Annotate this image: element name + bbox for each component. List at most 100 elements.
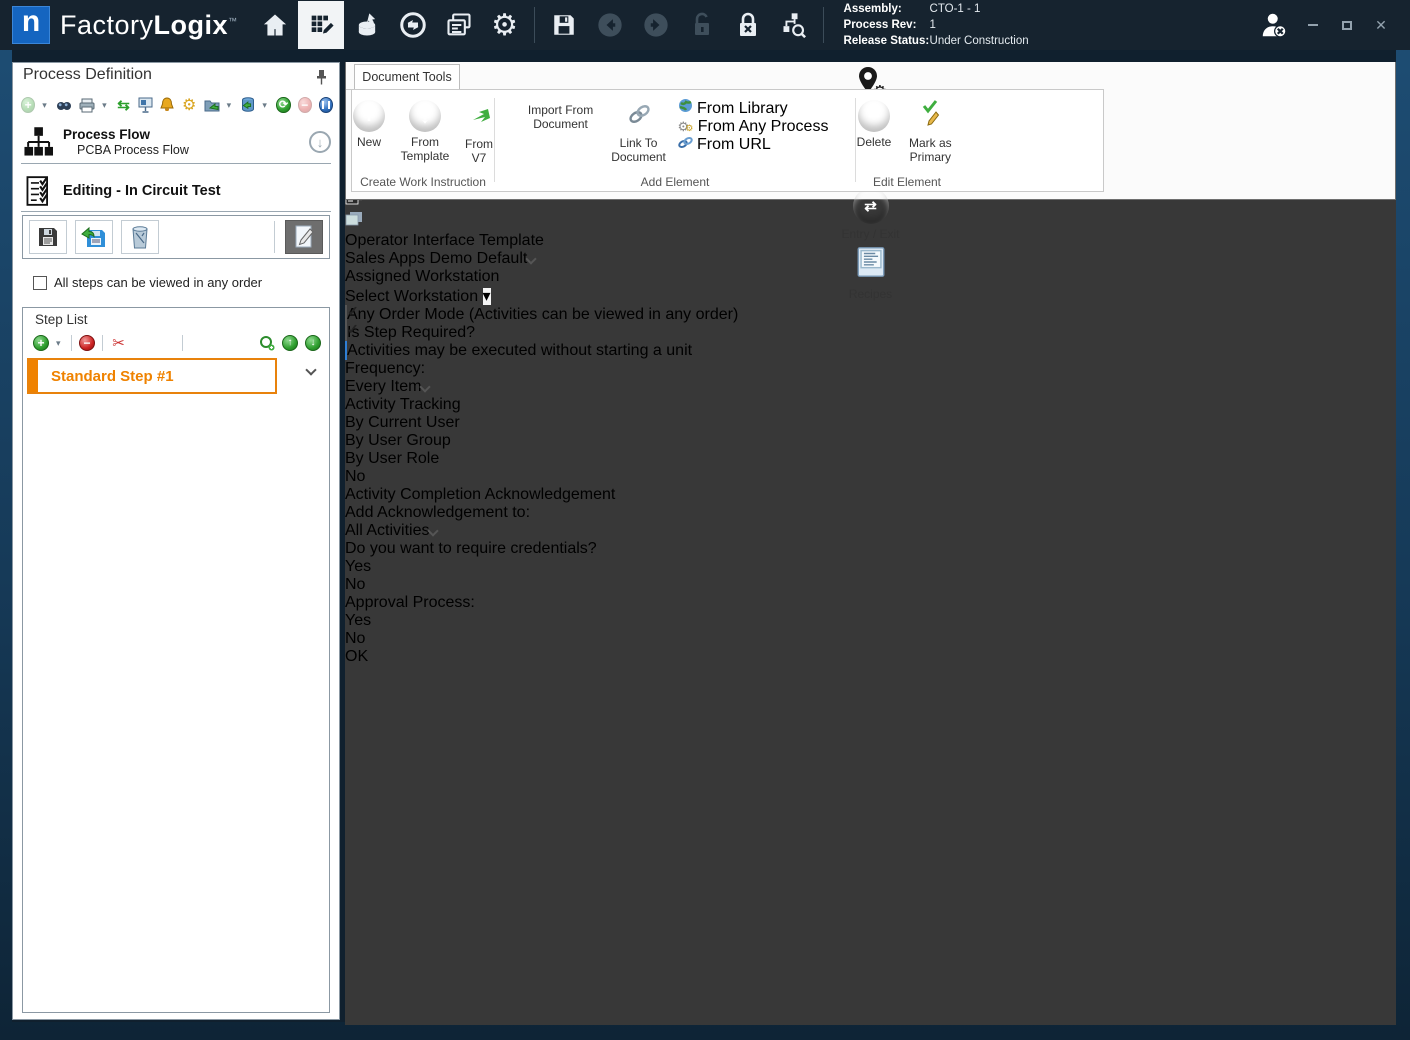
paste-icon[interactable] xyxy=(158,335,175,352)
link-document-icon xyxy=(628,100,650,133)
database-export-icon[interactable] xyxy=(241,97,256,114)
any-order-mode-row[interactable]: Any Order Mode (Activities can be viewed… xyxy=(345,305,1396,324)
remove-step-icon[interactable]: − xyxy=(79,335,95,351)
divider xyxy=(21,211,331,212)
zoom-step-icon[interactable] xyxy=(258,335,275,352)
any-order-checkbox-row[interactable]: All steps can be viewed in any order xyxy=(33,275,262,290)
divider xyxy=(21,163,331,164)
activity-tracking-label: Activity Tracking xyxy=(345,396,461,413)
step-expand-icon[interactable] xyxy=(305,364,317,376)
add-step-icon[interactable]: + xyxy=(33,335,49,351)
back-icon[interactable] xyxy=(587,1,633,49)
group-label: Add Element xyxy=(640,175,710,189)
unlock-icon[interactable] xyxy=(679,1,725,49)
assembly-info: Assembly: CTO-1 - 1 Process Rev: 1 Release… xyxy=(843,3,1029,47)
without-unit-row[interactable]: Activities may be executed without start… xyxy=(345,341,1396,360)
delete-step-button[interactable] xyxy=(121,220,159,254)
pin-icon[interactable] xyxy=(315,69,329,85)
forward-icon[interactable] xyxy=(633,1,679,49)
from-any-process-button[interactable]: ⚙⚙ From Any Process xyxy=(678,118,829,136)
ack-label: Add Acknowledgement to: xyxy=(345,504,531,521)
gear-gold-icon[interactable]: ⚙ xyxy=(182,97,197,114)
step-list-title: Step List xyxy=(35,312,88,327)
is-step-required-checkbox[interactable] xyxy=(345,323,347,342)
tracking-no[interactable]: No xyxy=(345,468,1396,486)
add-step-dropdown-icon[interactable]: ▾ xyxy=(56,338,64,349)
save-icon[interactable] xyxy=(541,1,587,49)
process-flow-icon xyxy=(24,127,53,156)
dropdown-chevron-icon[interactable] xyxy=(419,378,432,395)
move-up-icon[interactable]: ↑ xyxy=(282,334,298,351)
any-order-checkbox[interactable] xyxy=(33,275,47,290)
from-url-button[interactable]: From URL xyxy=(677,136,829,154)
ack-select[interactable]: All Activities xyxy=(345,522,939,540)
brand-name: FactoryLogix™ xyxy=(60,9,238,40)
user-logout-icon[interactable] xyxy=(1254,1,1294,49)
check-document-icon xyxy=(919,100,941,133)
home-icon[interactable] xyxy=(252,1,298,49)
print-dropdown-icon[interactable]: ▾ xyxy=(102,100,109,111)
tracking-by-user-role[interactable]: By User Role xyxy=(345,450,1396,468)
group-create-work-instruction: + New ↓ From Template From V7 Create Wor… xyxy=(352,90,494,191)
shuffle-icon[interactable]: ⇆ xyxy=(116,97,131,114)
approval-no[interactable]: No xyxy=(345,630,1396,648)
process-flow-item[interactable]: Process Flow PCBA Process Flow ↓ xyxy=(23,121,331,163)
recipes-button[interactable]: Recipes xyxy=(346,243,1395,303)
process-flow-title: Process Flow xyxy=(63,127,151,142)
without-unit-checkbox[interactable] xyxy=(345,341,347,360)
add-dropdown-icon[interactable]: ▾ xyxy=(42,100,49,111)
title-bar: n FactoryLogix™ ⚙ Assembly: CTO-1 - 1 Pr… xyxy=(0,0,1410,50)
export-folder-icon[interactable] xyxy=(204,97,220,114)
logo-icon: n xyxy=(12,6,50,44)
process-search-icon[interactable] xyxy=(771,1,817,49)
tab-document-tools[interactable]: Document Tools xyxy=(354,64,460,89)
lock-close-icon[interactable] xyxy=(725,1,771,49)
dropdown-chevron-icon[interactable] xyxy=(427,522,440,539)
step-list-panel: Step List + ▾ − ✂ ↑ ↓ Standard Step #1 xyxy=(22,307,330,1013)
process-definition-icon[interactable] xyxy=(297,1,344,49)
cut-icon[interactable]: ✂ xyxy=(110,335,127,352)
settings-gear-icon[interactable]: ⚙ xyxy=(482,1,528,49)
ok-button[interactable]: OK xyxy=(345,648,1396,666)
credentials-no[interactable]: No xyxy=(345,576,1396,594)
expand-down-icon[interactable]: ↓ xyxy=(309,131,331,153)
minimize-button[interactable] xyxy=(1298,10,1328,40)
toolbar-divider xyxy=(533,7,535,43)
is-step-required-row[interactable]: Is Step Required? xyxy=(345,323,1396,342)
from-library-button[interactable]: From Library xyxy=(678,98,829,118)
find-icon[interactable] xyxy=(56,97,72,114)
credentials-question: Do you want to require credentials? xyxy=(345,540,597,557)
tracking-by-user-group[interactable]: By User Group xyxy=(345,432,1396,450)
reports-icon[interactable] xyxy=(436,1,482,49)
bell-icon[interactable] xyxy=(160,97,175,114)
refresh-icon[interactable]: ⟳ xyxy=(276,97,291,113)
sync-icon[interactable] xyxy=(390,1,436,49)
approval-yes[interactable]: Yes xyxy=(345,612,1396,630)
editing-header: Editing - In Circuit Test xyxy=(25,173,331,209)
edit-work-instruction-button[interactable] xyxy=(285,220,323,254)
materials-icon[interactable] xyxy=(344,1,390,49)
close-button[interactable] xyxy=(1366,10,1396,40)
window-content: Process Definition + ▾ ▾ ⇆ ⚙ ▾ ▾ ⟳ − Pro… xyxy=(12,50,1396,1025)
print-icon[interactable] xyxy=(79,97,95,114)
move-down-icon[interactable]: ↓ xyxy=(305,334,321,351)
save-step-button[interactable] xyxy=(29,220,67,254)
ribbon-groups: + New ↓ From Template From V7 Create Wor… xyxy=(351,89,1104,192)
remove-icon[interactable]: − xyxy=(297,97,312,113)
tracking-by-current-user[interactable]: By Current User xyxy=(345,414,1396,432)
pause-icon[interactable] xyxy=(318,97,333,113)
save-import-button[interactable] xyxy=(75,220,113,254)
copy-icon[interactable] xyxy=(134,335,151,352)
entry-exit-button[interactable]: ⇄ Entry / Exit xyxy=(346,186,1395,243)
add-icon[interactable]: + xyxy=(21,97,36,113)
step-list-item[interactable]: Standard Step #1 xyxy=(27,358,277,394)
checklist-icon xyxy=(26,176,48,206)
gears-icon: ⚙⚙ xyxy=(677,119,694,134)
step-list-toolbar: + ▾ − ✂ ↑ ↓ xyxy=(33,332,321,354)
maximize-button[interactable] xyxy=(1332,10,1362,40)
credentials-yes[interactable]: Yes xyxy=(345,558,1396,576)
frequency-select[interactable]: Every Item xyxy=(345,378,1117,396)
database-dropdown-icon[interactable]: ▾ xyxy=(262,100,269,111)
export-dropdown-icon[interactable]: ▾ xyxy=(227,100,234,111)
presentation-icon[interactable] xyxy=(138,97,153,114)
